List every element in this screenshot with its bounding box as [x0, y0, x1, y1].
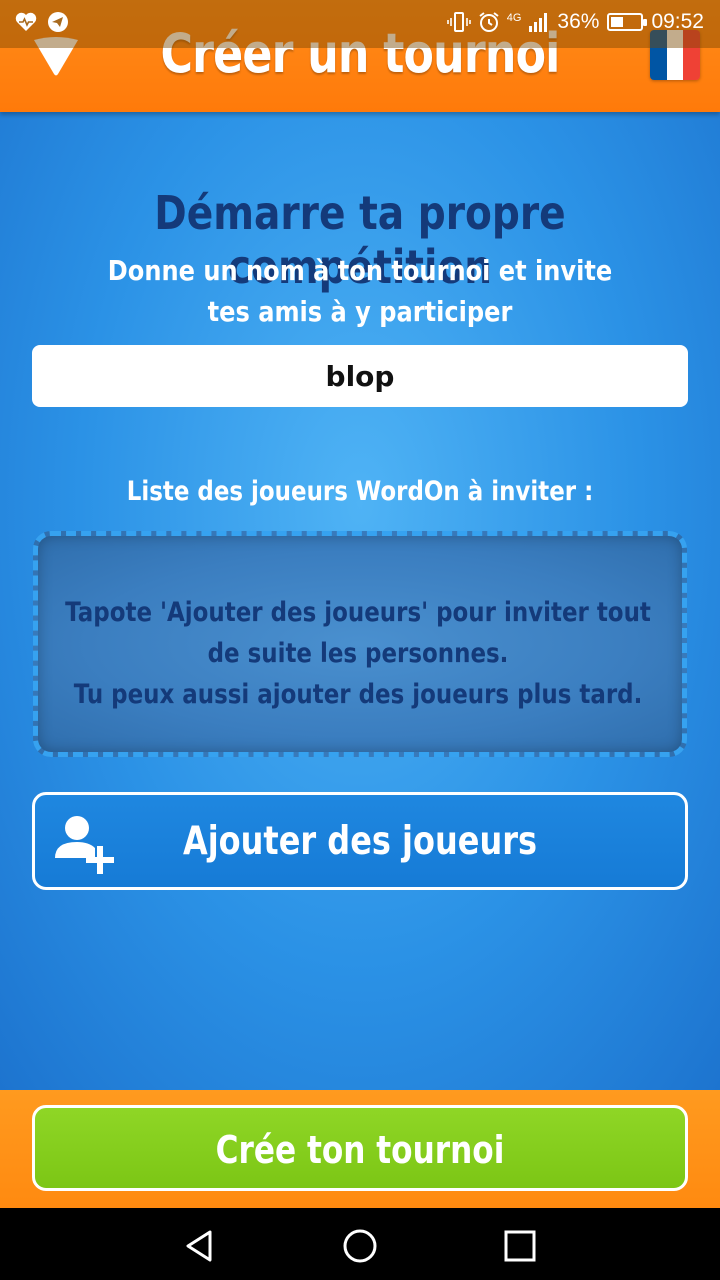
status-bar: 4G 36% 09:52: [0, 0, 720, 48]
vibrate-icon: [446, 12, 471, 32]
invite-hint: Tapote 'Ajouter des joueurs' pour invite…: [61, 592, 656, 715]
battery-icon: [607, 13, 648, 31]
nav-home-icon[interactable]: [340, 1226, 380, 1266]
create-tournament-label: Crée ton tournoi: [215, 1128, 505, 1172]
tournament-name-input[interactable]: [32, 345, 688, 407]
invite-hint-line-2: Tu peux aussi ajouter des joueurs plus t…: [73, 679, 643, 710]
invite-list-label: Liste des joueurs WordOn à inviter :: [126, 476, 594, 507]
network-type: 4G: [506, 12, 522, 24]
telegram-icon: [48, 12, 68, 32]
clock: 09:52: [651, 10, 704, 33]
invite-hint-line-1: Tapote 'Ajouter des joueurs' pour invite…: [65, 597, 651, 669]
invite-players-dropzone: Tapote 'Ajouter des joueurs' pour invite…: [33, 531, 687, 757]
alarm-icon: [479, 12, 499, 32]
nav-back-icon[interactable]: [180, 1226, 220, 1266]
nav-recents-icon[interactable]: [500, 1226, 540, 1266]
footer-bar: Crée ton tournoi: [0, 1090, 720, 1208]
competition-subtitle: Donne un nom à ton tournoi et invite tes…: [107, 254, 613, 328]
battery-percent: 36%: [557, 10, 600, 33]
signal-icon: [529, 13, 548, 32]
create-tournament-button[interactable]: Crée ton tournoi: [32, 1105, 688, 1191]
add-players-button[interactable]: Ajouter des joueurs: [32, 792, 688, 890]
heart-pulse-icon: [15, 12, 37, 31]
add-players-label: Ajouter des joueurs: [182, 819, 538, 864]
system-nav-bar: [0, 1208, 720, 1280]
